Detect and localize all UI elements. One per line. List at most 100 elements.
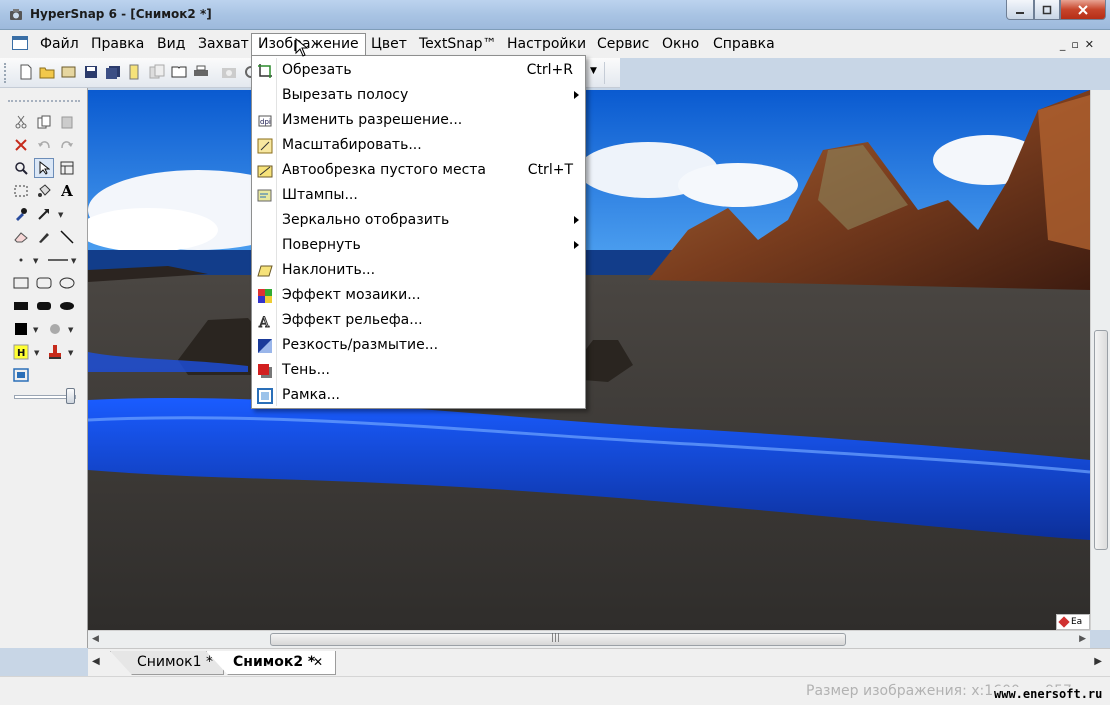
rectangle-tool-icon[interactable]: [11, 273, 31, 293]
stamp-icon[interactable]: [45, 342, 65, 362]
toolbar-overflow[interactable]: [604, 62, 616, 84]
highlight-icon[interactable]: H: [11, 342, 31, 362]
menu-file[interactable]: Файл: [34, 33, 85, 55]
scroll-right-icon[interactable]: ▶: [1079, 634, 1086, 644]
zoom-slider-thumb[interactable]: [66, 388, 75, 404]
menu-window[interactable]: Окно: [656, 33, 705, 55]
menu-item-mirror[interactable]: Зеркально отобразить: [254, 208, 583, 233]
close-button[interactable]: [1060, 0, 1106, 20]
tab-scroll-right-icon[interactable]: ▶: [1094, 656, 1102, 667]
tab-scroll-left-icon[interactable]: ◀: [92, 656, 100, 667]
menu-color[interactable]: Цвет: [365, 33, 413, 55]
menu-item-cut-strip[interactable]: Вырезать полосу: [254, 83, 583, 108]
menu-settings[interactable]: Настройки: [501, 33, 592, 55]
new-file-icon[interactable]: [18, 64, 34, 80]
tab-snapshot-1[interactable]: Снимок1 *: [110, 651, 224, 675]
background-color-icon[interactable]: [45, 319, 65, 339]
line-width-icon[interactable]: [46, 250, 70, 270]
watermark: www.enersoft.ru: [992, 687, 1105, 701]
menu-item-mosaic[interactable]: Эффект мозаики...: [254, 283, 583, 308]
menu-item-emboss[interactable]: A Эффект рельефа...: [254, 308, 583, 333]
ellipse-tool-icon[interactable]: [57, 273, 77, 293]
foreground-color-icon[interactable]: [11, 319, 31, 339]
crop-tool-icon[interactable]: [57, 158, 77, 178]
panel-grip[interactable]: [8, 100, 80, 102]
chevron-down-icon[interactable]: ▼: [590, 66, 597, 76]
arrow-tool-dropdown[interactable]: ▼: [58, 211, 63, 219]
mdi-window-controls[interactable]: _▫✕: [1060, 38, 1100, 51]
menu-item-crop[interactable]: Обрезать Ctrl+R: [254, 58, 583, 83]
filled-ellipse-tool-icon[interactable]: [57, 296, 77, 316]
image-canvas[interactable]: [88, 90, 1090, 630]
book-icon[interactable]: [171, 64, 187, 80]
horizontal-scrollbar-thumb[interactable]: |||: [270, 633, 846, 646]
text-tool-icon[interactable]: A: [57, 181, 77, 201]
menu-item-skew[interactable]: Наклонить...: [254, 258, 583, 283]
menu-help[interactable]: Справка: [707, 33, 781, 55]
highlight-dropdown[interactable]: ▼: [34, 349, 39, 357]
scroll-left-icon[interactable]: ◀: [92, 634, 99, 644]
menu-capture[interactable]: Захват: [192, 33, 255, 55]
redo-icon[interactable]: [57, 135, 77, 155]
print-icon[interactable]: [193, 64, 209, 80]
menu-service[interactable]: Сервис: [591, 33, 655, 55]
filled-rounded-rect-tool-icon[interactable]: [34, 296, 54, 316]
open-folder-icon[interactable]: [39, 64, 55, 80]
delete-icon[interactable]: [11, 135, 31, 155]
rectangle-select-icon[interactable]: [11, 181, 31, 201]
find-file-icon[interactable]: [127, 64, 143, 80]
menu-view[interactable]: Вид: [151, 33, 191, 55]
tab-snapshot-2[interactable]: Снимок2 * ✕: [206, 651, 336, 675]
horizontal-scrollbar[interactable]: ◀ ||| ▶: [88, 630, 1090, 648]
mouse-cursor-icon: [295, 38, 309, 57]
dot-size-icon[interactable]: [11, 250, 31, 270]
color-picker-icon[interactable]: [11, 204, 31, 224]
vertical-scrollbar[interactable]: [1090, 90, 1110, 630]
background-color-dropdown[interactable]: ▼: [68, 326, 73, 334]
restore-button[interactable]: [1034, 0, 1060, 20]
dot-size-dropdown[interactable]: ▼: [33, 257, 38, 265]
copy-disabled-icon[interactable]: [149, 64, 165, 80]
fit-window-icon[interactable]: [11, 365, 31, 385]
line-tool-icon[interactable]: [57, 227, 77, 247]
menu-textsnap[interactable]: TextSnap™: [413, 33, 503, 55]
tab-close-icon[interactable]: ✕: [313, 651, 323, 673]
toolbar-grip[interactable]: [4, 63, 7, 83]
menu-edit[interactable]: Правка: [85, 33, 150, 55]
paste-icon[interactable]: [57, 112, 77, 132]
line-width-dropdown[interactable]: ▼: [71, 257, 76, 265]
foreground-color-dropdown[interactable]: ▼: [33, 326, 38, 334]
zoom-icon[interactable]: [11, 158, 31, 178]
copy-icon[interactable]: [34, 112, 54, 132]
menu-item-rotate[interactable]: Повернуть: [254, 233, 583, 258]
menu-item-frame[interactable]: Рамка...: [254, 383, 583, 408]
save-all-icon[interactable]: [105, 64, 121, 80]
menu-item-shadow[interactable]: Тень...: [254, 358, 583, 383]
minimize-button[interactable]: [1006, 0, 1034, 20]
menu-item-stamps[interactable]: Штампы...: [254, 183, 583, 208]
corner-tag[interactable]: Ea: [1056, 614, 1090, 630]
fill-bucket-icon[interactable]: [34, 181, 54, 201]
title-bar[interactable]: HyperSnap 6 - [Снимок2 *]: [0, 0, 1110, 30]
filled-rect-tool-icon[interactable]: [11, 296, 31, 316]
minimize-icon: [1016, 11, 1024, 14]
scissors-icon[interactable]: [11, 112, 31, 132]
menu-item-resolution[interactable]: dpi Изменить разрешение...: [254, 108, 583, 133]
rounded-rect-tool-icon[interactable]: [34, 273, 54, 293]
save-icon[interactable]: [83, 64, 99, 80]
menu-item-sharpen-blur[interactable]: Резкость/размытие...: [254, 333, 583, 358]
pencil-icon[interactable]: [34, 227, 54, 247]
undo-icon[interactable]: [34, 135, 54, 155]
menu-item-autocrop[interactable]: Автообрезка пустого места Ctrl+T: [254, 158, 583, 183]
menu-item-scale[interactable]: Масштабировать...: [254, 133, 583, 158]
drawing-tools-panel: A ▼ ▼ ▼ ▼ ▼ H ▼ ▼: [0, 88, 88, 648]
stamp-dropdown[interactable]: ▼: [68, 349, 73, 357]
document-icon[interactable]: [12, 36, 28, 50]
select-pointer-icon[interactable]: [34, 158, 54, 178]
hypersnap-app-icon[interactable]: [8, 7, 24, 23]
capture-disabled-icon[interactable]: [221, 64, 237, 80]
arrow-tool-icon[interactable]: [34, 204, 54, 224]
eraser-icon[interactable]: [11, 227, 31, 247]
vertical-scrollbar-thumb[interactable]: [1094, 330, 1108, 550]
open-image-icon[interactable]: [61, 64, 77, 80]
